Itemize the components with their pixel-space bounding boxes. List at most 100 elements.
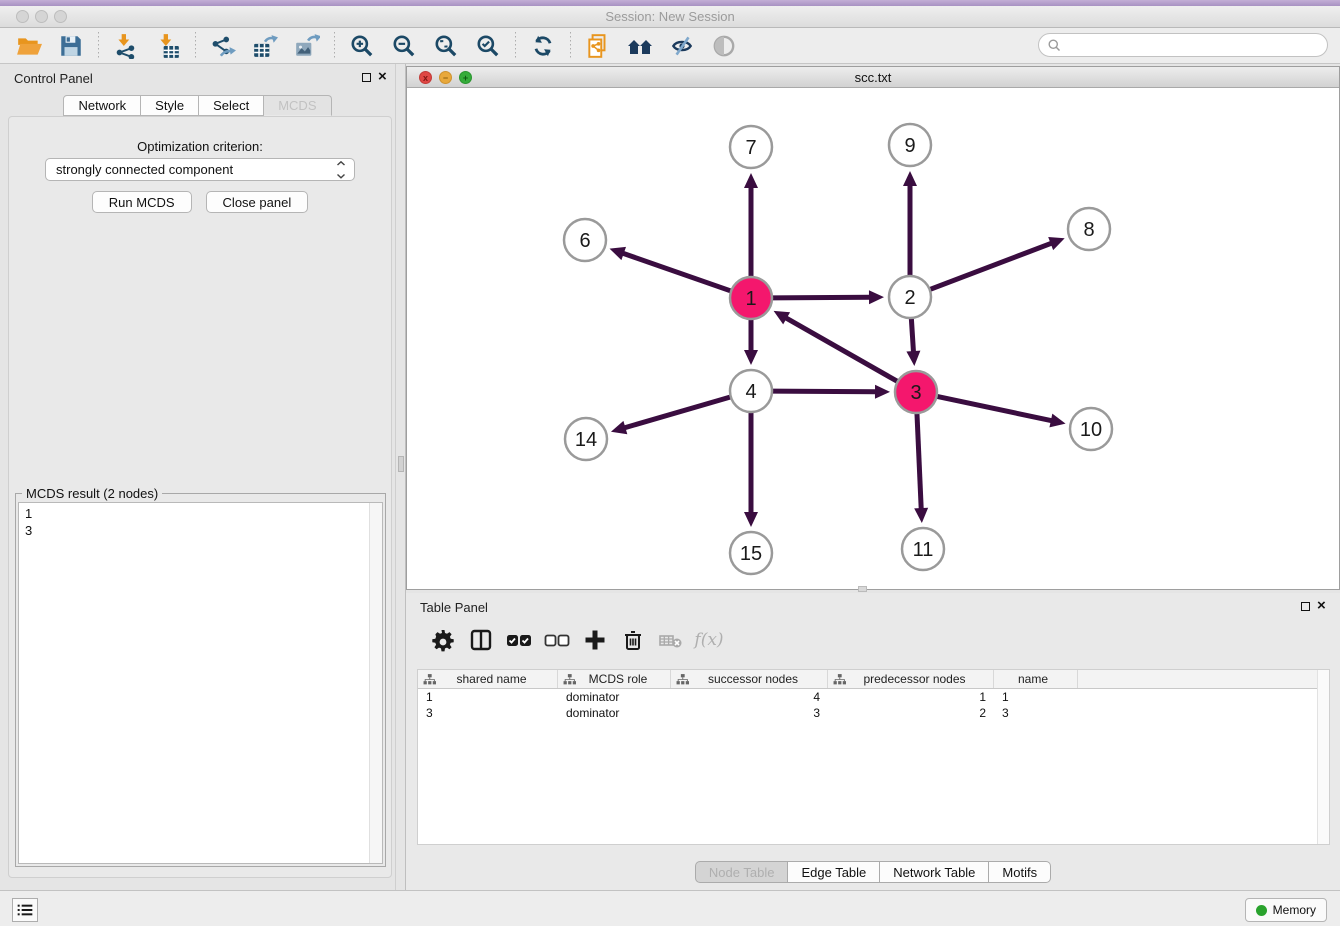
toolbar-separator xyxy=(570,32,571,60)
optimization-criterion-label: Optimization criterion: xyxy=(9,139,391,154)
edge-arrowhead xyxy=(744,512,758,527)
task-history-button[interactable] xyxy=(12,898,38,922)
network-window-titlebar[interactable]: x − + scc.txt xyxy=(407,67,1339,88)
refresh-layout-icon[interactable] xyxy=(528,31,558,61)
tab-mcds[interactable]: MCDS xyxy=(264,95,331,116)
search-icon xyxy=(1047,38,1062,53)
edge-arrowhead xyxy=(903,171,917,186)
application-window: Session: New Session xyxy=(0,0,1340,926)
control-panel-tabs: Network Style Select MCDS xyxy=(0,95,395,116)
save-session-icon[interactable] xyxy=(56,31,86,61)
select-all-icon[interactable] xyxy=(504,625,534,655)
table-panel: Table Panel × xyxy=(406,593,1340,890)
optimization-criterion-select[interactable]: strongly connected component xyxy=(45,158,355,181)
graph-node-label: 7 xyxy=(745,137,756,159)
node-table[interactable]: shared name MCDS role successor nodes pr… xyxy=(417,669,1330,845)
column-header-successor-nodes[interactable]: successor nodes xyxy=(671,670,828,688)
result-scrollbar[interactable] xyxy=(369,503,382,863)
cell-shared-name[interactable]: 1 xyxy=(418,690,558,704)
float-table-panel-icon[interactable] xyxy=(1301,602,1310,611)
zoom-fit-icon[interactable] xyxy=(431,31,461,61)
mcds-panel: Optimization criterion: strongly connect… xyxy=(8,116,392,878)
memory-status-icon xyxy=(1256,905,1267,916)
edge-arrowhead xyxy=(1049,414,1065,428)
cell-predecessor-nodes[interactable]: 2 xyxy=(828,706,994,720)
export-network-icon[interactable] xyxy=(208,31,238,61)
graph-node-label: 3 xyxy=(910,382,921,404)
control-panel-title: Control Panel xyxy=(14,71,93,86)
tab-network[interactable]: Network xyxy=(63,95,141,116)
search-field[interactable] xyxy=(1038,33,1328,57)
splitter-grip[interactable] xyxy=(398,456,404,472)
close-panel-button[interactable]: Close panel xyxy=(206,191,309,213)
cell-successor-nodes[interactable]: 4 xyxy=(671,690,828,704)
tab-motifs[interactable]: Motifs xyxy=(989,861,1051,883)
window-title: Session: New Session xyxy=(0,9,1340,24)
tab-network-table[interactable]: Network Table xyxy=(880,861,989,883)
delete-table-icon xyxy=(656,625,686,655)
run-mcds-button[interactable]: Run MCDS xyxy=(92,191,192,213)
cell-shared-name[interactable]: 3 xyxy=(418,706,558,720)
memory-button[interactable]: Memory xyxy=(1245,898,1327,922)
open-session-icon[interactable] xyxy=(14,31,44,61)
network-graph: 7968124314101511 xyxy=(407,88,1339,589)
show-hide-graphics-details-icon[interactable] xyxy=(667,31,697,61)
dropdown-value: strongly connected component xyxy=(56,162,233,177)
edge-arrowhead xyxy=(906,351,920,366)
float-panel-icon[interactable] xyxy=(362,73,371,82)
deselect-all-icon[interactable] xyxy=(542,625,572,655)
export-table-icon[interactable] xyxy=(250,31,280,61)
import-network-icon[interactable] xyxy=(111,31,141,61)
edge-arrowhead xyxy=(869,290,884,304)
table-scrollbar[interactable] xyxy=(1317,670,1329,844)
column-header-name[interactable]: name xyxy=(994,670,1078,688)
split-view-icon[interactable] xyxy=(466,625,496,655)
cell-name[interactable]: 1 xyxy=(994,690,1078,704)
mcds-result-textarea[interactable]: 1 3 xyxy=(18,502,383,864)
horizontal-splitter-grip[interactable] xyxy=(858,586,867,592)
zoom-selected-icon[interactable] xyxy=(473,31,503,61)
level-of-detail-icon xyxy=(709,31,739,61)
function-builder-icon: f(x) xyxy=(694,625,724,655)
edge-arrowhead xyxy=(744,173,758,188)
tab-edge-table[interactable]: Edge Table xyxy=(788,861,880,883)
column-header-shared-name[interactable]: shared name xyxy=(418,670,558,688)
vertical-splitter[interactable] xyxy=(395,64,406,890)
tree-icon xyxy=(563,673,576,686)
tab-select[interactable]: Select xyxy=(199,95,264,116)
result-line: 3 xyxy=(25,522,382,539)
tab-node-table[interactable]: Node Table xyxy=(695,861,789,883)
cell-mcds-role[interactable]: dominator xyxy=(558,690,671,704)
graph-node-label: 2 xyxy=(904,287,915,309)
close-panel-icon[interactable]: × xyxy=(378,68,387,85)
graph-node-label: 8 xyxy=(1083,219,1094,241)
cell-predecessor-nodes[interactable]: 1 xyxy=(828,690,994,704)
column-header-mcds-role[interactable]: MCDS role xyxy=(558,670,671,688)
delete-column-icon[interactable] xyxy=(618,625,648,655)
zoom-in-icon[interactable] xyxy=(347,31,377,61)
search-input[interactable] xyxy=(1062,38,1327,53)
table-row[interactable]: 3 dominator 3 2 3 xyxy=(418,705,1329,721)
column-header-predecessor-nodes[interactable]: predecessor nodes xyxy=(828,670,994,688)
network-window-title: scc.txt xyxy=(407,70,1339,85)
zoom-out-icon[interactable] xyxy=(389,31,419,61)
network-canvas[interactable]: 7968124314101511 xyxy=(407,88,1339,589)
cell-successor-nodes[interactable]: 3 xyxy=(671,706,828,720)
add-column-icon[interactable] xyxy=(580,625,610,655)
export-image-icon[interactable] xyxy=(292,31,322,61)
tab-style[interactable]: Style xyxy=(141,95,199,116)
duplicate-network-icon[interactable] xyxy=(583,31,613,61)
mcds-result-title: MCDS result (2 nodes) xyxy=(22,486,162,501)
edge-arrowhead xyxy=(610,247,626,260)
first-neighbors-icon[interactable] xyxy=(625,31,655,61)
table-settings-icon[interactable] xyxy=(428,625,458,655)
import-table-icon[interactable] xyxy=(153,31,183,61)
cell-name[interactable]: 3 xyxy=(994,706,1078,720)
close-table-panel-icon[interactable]: × xyxy=(1317,597,1326,614)
edge-arrowhead xyxy=(611,421,627,434)
main-toolbar xyxy=(0,28,1340,64)
table-row[interactable]: 1 dominator 4 1 1 xyxy=(418,689,1329,705)
cell-mcds-role[interactable]: dominator xyxy=(558,706,671,720)
table-tabs: Node Table Edge Table Network Table Moti… xyxy=(406,861,1340,883)
graph-node-label: 9 xyxy=(904,135,915,157)
